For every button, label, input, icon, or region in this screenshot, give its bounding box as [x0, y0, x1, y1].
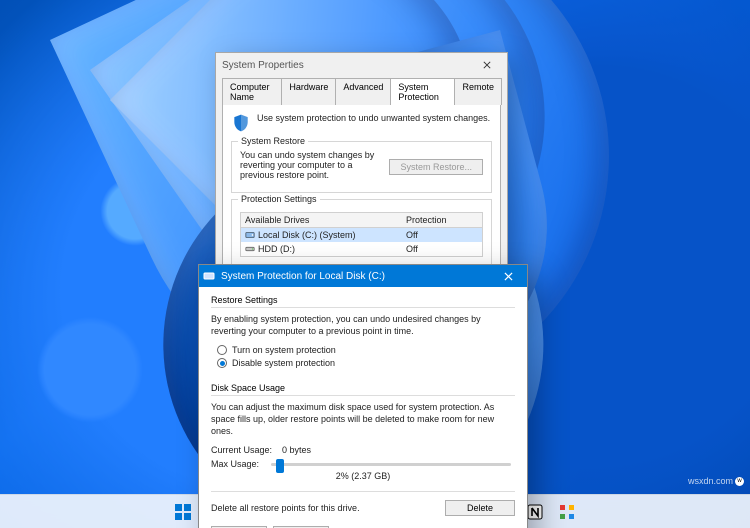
grid-icon — [558, 503, 576, 521]
restore-desc: By enabling system protection, you can u… — [211, 314, 515, 337]
shield-icon — [231, 113, 251, 133]
tab-remote[interactable]: Remote — [454, 78, 502, 105]
restore-text: You can undo system changes by reverting… — [240, 150, 381, 180]
delete-row: Delete all restore points for this drive… — [211, 500, 515, 516]
system-restore-button[interactable]: System Restore... — [389, 159, 483, 175]
radio-turn-on[interactable]: Turn on system protection — [217, 345, 515, 355]
divider — [211, 491, 515, 492]
radio-label: Disable system protection — [232, 358, 335, 368]
current-usage-label: Current Usage: — [211, 445, 272, 455]
radio-icon — [217, 345, 227, 355]
drive-table-header: Available Drives Protection — [241, 213, 482, 228]
drive-label: Local Disk (C:) (System) — [258, 230, 356, 240]
close-icon — [483, 61, 491, 69]
col-header-protection: Protection — [402, 213, 482, 227]
tab-strip: Computer Name Hardware Advanced System P… — [216, 77, 507, 104]
disk-desc: You can adjust the maximum disk space us… — [211, 402, 515, 437]
max-usage-label: Max Usage: — [211, 459, 259, 469]
watermark-text: wsxdn.com — [688, 476, 733, 486]
radio-icon — [217, 358, 227, 368]
watermark-icon: w — [735, 477, 744, 486]
radio-label: Turn on system protection — [232, 345, 336, 355]
section-title-restore: Restore Settings — [211, 295, 515, 305]
divider — [211, 395, 515, 396]
drive-table: Available Drives Protection Local Disk (… — [240, 212, 483, 257]
close-button[interactable] — [493, 265, 523, 287]
pinned-grid-button[interactable] — [553, 498, 581, 526]
current-usage-value: 0 bytes — [282, 445, 311, 455]
group-title: System Restore — [238, 136, 308, 146]
start-button[interactable] — [169, 498, 197, 526]
slider-value: 2% (2.37 GB) — [211, 471, 515, 481]
delete-text: Delete all restore points for this drive… — [211, 503, 437, 513]
slider-thumb[interactable] — [276, 459, 284, 473]
notion-icon — [526, 503, 544, 521]
tab-system-protection[interactable]: System Protection — [390, 78, 455, 105]
close-icon — [504, 272, 513, 281]
drive-row-c[interactable]: Local Disk (C:) (System) Off — [241, 228, 482, 242]
group-title: Protection Settings — [238, 194, 320, 204]
titlebar[interactable]: System Protection for Local Disk (C:) — [199, 265, 527, 287]
drive-protection: Off — [402, 228, 482, 242]
max-usage-slider[interactable] — [271, 463, 511, 466]
tab-advanced[interactable]: Advanced — [335, 78, 391, 105]
tab-hardware[interactable]: Hardware — [281, 78, 336, 105]
system-protection-disk-dialog: System Protection for Local Disk (C:) Re… — [198, 264, 528, 528]
intro-row: Use system protection to undo unwanted s… — [231, 113, 492, 133]
close-button[interactable] — [473, 56, 501, 74]
drive-row-d[interactable]: HDD (D:) Off — [241, 242, 482, 256]
drive-label: HDD (D:) — [258, 244, 295, 254]
col-header-drive: Available Drives — [241, 213, 402, 227]
hdd-icon — [245, 244, 255, 254]
disk-icon — [203, 270, 215, 282]
section-title-disk: Disk Space Usage — [211, 383, 515, 393]
disk-icon — [245, 230, 255, 240]
windows-icon — [174, 503, 192, 521]
current-usage-row: Current Usage: 0 bytes — [211, 445, 515, 455]
titlebar[interactable]: System Properties — [216, 53, 507, 77]
watermark: wsxdn.com w — [688, 476, 744, 486]
max-usage-row: Max Usage: — [211, 459, 515, 469]
delete-button[interactable]: Delete — [445, 500, 515, 516]
group-system-restore: System Restore You can undo system chang… — [231, 141, 492, 193]
dialog-title: System Properties — [222, 60, 304, 71]
dialog-body: Restore Settings By enabling system prot… — [199, 287, 527, 528]
drive-protection: Off — [402, 242, 482, 256]
dialog-title: System Protection for Local Disk (C:) — [221, 271, 487, 282]
divider — [211, 307, 515, 308]
tab-computer-name[interactable]: Computer Name — [222, 78, 282, 105]
intro-text: Use system protection to undo unwanted s… — [257, 113, 490, 133]
radio-disable[interactable]: Disable system protection — [217, 358, 515, 368]
